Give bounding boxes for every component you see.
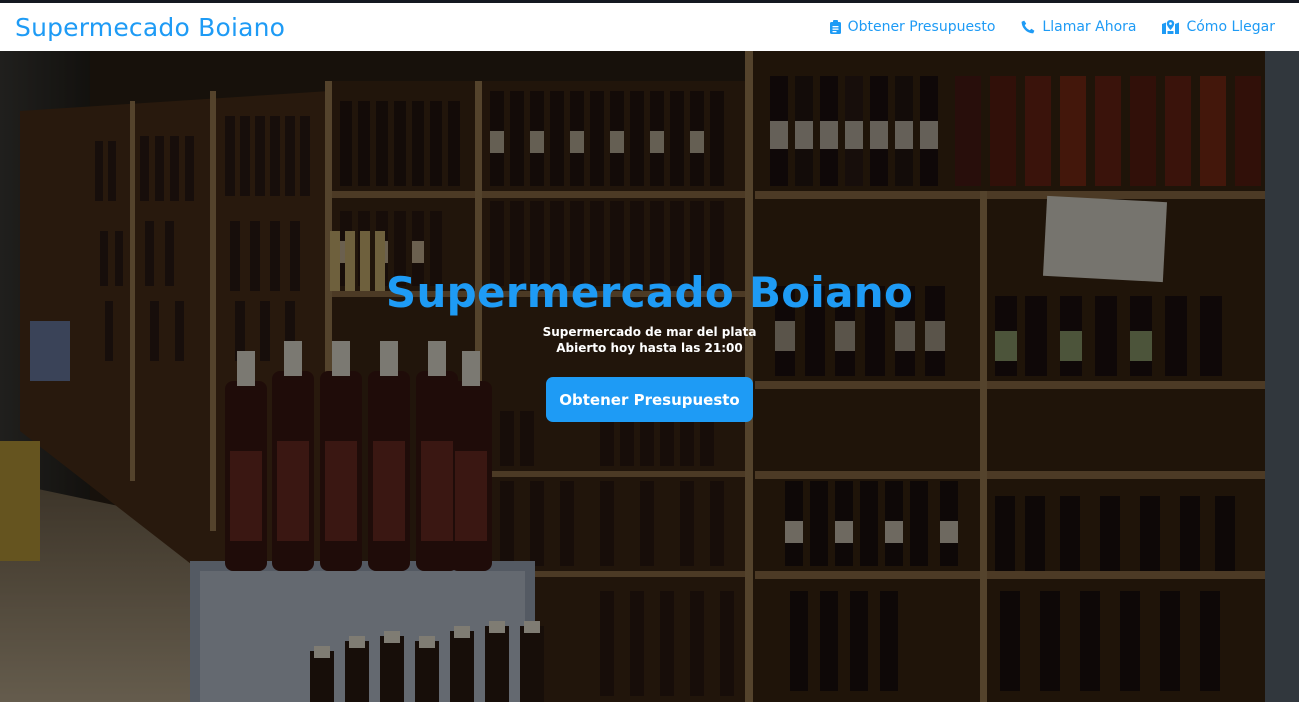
navbar: Supermecado Boiano Obtener Presupuesto L… [0, 3, 1299, 51]
nav-link-quote[interactable]: Obtener Presupuesto [829, 19, 996, 35]
hero-subtitle-line-2: Abierto hoy hasta las 21:00 [556, 341, 743, 355]
nav-link-call[interactable]: Llamar Ahora [1021, 19, 1136, 35]
nav-links: Obtener Presupuesto Llamar Ahora Cómo Ll… [829, 19, 1275, 35]
hero-content: Supermercado Boiano Supermercado de mar … [0, 268, 1299, 422]
nav-link-label: Llamar Ahora [1042, 19, 1137, 35]
clipboard-icon [829, 20, 841, 34]
hero-subtitle: Supermercado de mar del plata Abierto ho… [543, 324, 757, 356]
nav-link-label: Cómo Llegar [1186, 19, 1275, 35]
nav-link-label: Obtener Presupuesto [847, 19, 996, 35]
get-quote-button[interactable]: Obtener Presupuesto [546, 377, 753, 422]
phone-icon [1022, 20, 1035, 34]
hero-subtitle-line-1: Supermercado de mar del plata [542, 325, 757, 339]
hero-title: Supermercado Boiano [385, 268, 914, 317]
map-icon [1162, 20, 1180, 34]
nav-link-directions[interactable]: Cómo Llegar [1162, 19, 1275, 35]
brand-logo[interactable]: Supermecado Boiano [15, 15, 285, 40]
hero-section: Supermercado Boiano Supermercado de mar … [0, 51, 1299, 702]
